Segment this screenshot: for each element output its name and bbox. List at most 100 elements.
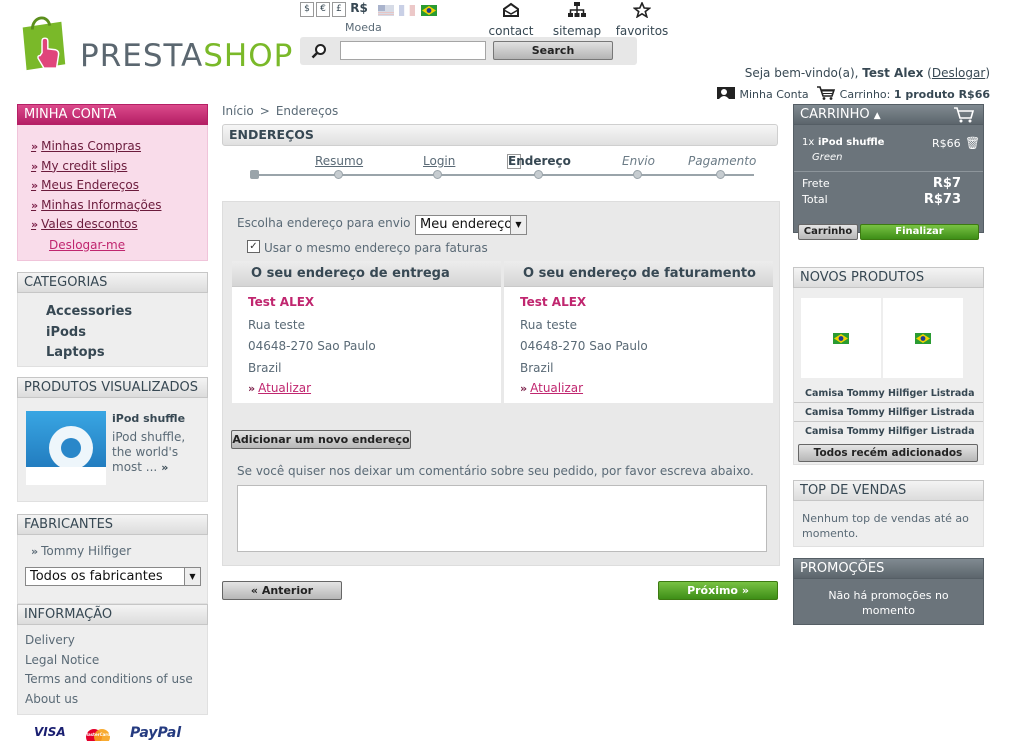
logout-link[interactable]: Deslogar (932, 66, 985, 80)
currency-euro[interactable]: € (316, 2, 330, 17)
next-button[interactable]: Próximo » (658, 581, 778, 600)
promotions-block: PROMOÇÕES Não há promoções no momento (793, 558, 984, 625)
step-address-current: Endereço (507, 154, 571, 169)
dropdown-arrow-icon: ▼ (510, 216, 526, 234)
search-button[interactable]: Search (493, 41, 613, 60)
search-input[interactable] (340, 41, 486, 60)
cart-item-name[interactable]: iPod shuffle (818, 137, 884, 148)
viewed-products-title: PRODUTOS VISUALIZADOS (17, 377, 208, 398)
currency-label: Moeda (345, 21, 382, 34)
visa-logo: VISA (34, 725, 66, 739)
account-item-vouchers[interactable]: » Vales descontos (18, 215, 207, 235)
cart-title[interactable]: CARRINHO ▲ (793, 104, 984, 125)
step-login[interactable]: Login (423, 154, 455, 168)
info-legal-notice[interactable]: Legal Notice (18, 651, 207, 671)
category-ipods[interactable]: iPods (18, 323, 207, 344)
account-item-orders[interactable]: » Minhas Compras (18, 137, 207, 157)
welcome-message: Seja bem-vindo(a), Test Alex (Deslogar) (744, 66, 990, 80)
same-address-checkbox[interactable]: ✓ (247, 240, 260, 253)
step-dot-login (433, 170, 442, 179)
info-delivery[interactable]: Delivery (18, 631, 207, 651)
star-icon (633, 2, 651, 18)
steps-progress-line (254, 174, 754, 176)
all-new-products-button[interactable]: Todos recém adicionados (798, 444, 978, 462)
delivery-update-link[interactable]: Atualizar (258, 381, 311, 395)
breadcrumb: Início > Endereços (222, 104, 339, 118)
account-logout-link[interactable]: Deslogar-me (49, 238, 207, 252)
page-title: ENDEREÇOS (222, 124, 778, 146)
ipod-image (26, 426, 106, 485)
account-item-credit-slips[interactable]: » My credit slips (18, 157, 207, 177)
new-product-link-2[interactable]: Camisa Tommy Hilfiger Listrada (794, 403, 983, 422)
my-account-block: MINHA CONTA » Minhas Compras » My credit s… (17, 104, 208, 261)
double-chevron-icon: » (248, 382, 255, 395)
checkout-button[interactable]: Finalizar (860, 224, 979, 240)
total-value: R$73 (923, 192, 961, 207)
add-address-button[interactable]: Adicionar um novo endereço (231, 430, 411, 449)
double-chevron-icon[interactable]: » (161, 461, 168, 474)
promotions-text: Não há promoções no momento (793, 579, 984, 625)
delivery-street: Rua teste (248, 318, 305, 332)
categories-title: CATEGORIAS (17, 272, 208, 293)
address-form: Escolha endereço para envio Meu endereço… (222, 201, 780, 566)
address-select[interactable]: Meu endereço ▼ (415, 215, 527, 235)
delete-icon[interactable]: 🗑 (965, 136, 980, 150)
step-dot-summary (334, 170, 343, 179)
france-flag-icon[interactable] (399, 5, 415, 16)
invoice-update-link[interactable]: Atualizar (530, 381, 583, 395)
cart-button[interactable]: Carrinho (798, 224, 858, 240)
info-terms[interactable]: Terms and conditions of use (18, 670, 207, 690)
manufacturers-select[interactable]: Todos os fabricantes ▼ (25, 567, 201, 586)
dropdown-arrow-icon: ▼ (184, 568, 200, 585)
sitemap-link[interactable]: sitemap (552, 2, 602, 38)
same-address-label: Usar o mesmo endereço para faturas (264, 241, 488, 255)
comment-label: Se você quiser nos deixar um comentário … (237, 464, 754, 478)
account-item-addresses[interactable]: » Meus Endereços (18, 176, 207, 196)
step-payment: Pagamento (688, 154, 757, 168)
favorites-label: favoritos (615, 24, 669, 38)
currency-pound[interactable]: £ (332, 2, 346, 17)
currency-real-selected[interactable]: R$ (348, 2, 370, 17)
manufacturer-tommy-hilfiger[interactable]: » Tommy Hilfiger (31, 544, 131, 558)
category-laptops[interactable]: Laptops (18, 343, 207, 364)
order-steps: Resumo Login Endereço Envio Pagamento (222, 150, 778, 190)
new-product-link-1[interactable]: Camisa Tommy Hilfiger Listrada (794, 384, 983, 403)
favorites-link[interactable]: favoritos (614, 2, 670, 38)
my-account-link[interactable]: Minha Conta (739, 88, 808, 101)
account-item-info[interactable]: » Minhas Informações (18, 196, 207, 216)
step-summary[interactable]: Resumo (315, 154, 363, 168)
new-product-image-2[interactable] (883, 298, 963, 378)
new-product-link-3[interactable]: Camisa Tommy Hilfiger Listrada (794, 422, 983, 441)
comment-textarea[interactable] (237, 485, 767, 552)
viewed-product-name[interactable]: iPod shuffle (112, 412, 185, 425)
manufacturers-title: FABRICANTES (17, 514, 208, 535)
step-shipping: Envio (622, 154, 655, 168)
envelope-icon (503, 2, 519, 17)
category-accessories[interactable]: Accessories (18, 302, 207, 323)
ipod-shuffle-thumbnail[interactable] (26, 411, 106, 485)
new-products-title: NOVOS PRODUTOS (793, 267, 984, 288)
prestashop-logo[interactable]: PRESTASHOP (18, 12, 292, 82)
new-product-image-1[interactable] (801, 298, 881, 378)
sitemap-label: sitemap (552, 24, 602, 38)
cart-block: CARRINHO ▲ 1x iPod shuffle Green R$66 🗑 … (793, 104, 984, 240)
delivery-address: O seu endereço de entrega Test ALEX Rua … (232, 261, 501, 403)
my-account-icon (716, 87, 735, 99)
previous-button[interactable]: « Anterior (222, 581, 342, 600)
cart-link[interactable]: Carrinho: 1 produto R$66 (840, 88, 990, 101)
contact-link[interactable]: contact (488, 2, 534, 38)
invoice-country: Brazil (520, 361, 554, 375)
logo-text: PRESTASHOP (80, 38, 294, 74)
collapse-arrow-icon[interactable]: ▲ (874, 111, 881, 121)
brazil-flag-icon[interactable] (420, 5, 437, 16)
delivery-address-title: O seu endereço de entrega (232, 261, 501, 287)
us-flag-icon[interactable] (377, 5, 394, 16)
cart-item-price: R$66 (932, 137, 961, 150)
info-about-us[interactable]: About us (18, 690, 207, 710)
search-icon (311, 44, 326, 59)
step-dot-shipping (633, 170, 642, 179)
search-bar: Search (300, 37, 637, 65)
mastercard-logo: MasterCard (84, 727, 112, 741)
breadcrumb-home[interactable]: Início (222, 104, 254, 118)
currency-dollar[interactable]: $ (300, 2, 314, 17)
